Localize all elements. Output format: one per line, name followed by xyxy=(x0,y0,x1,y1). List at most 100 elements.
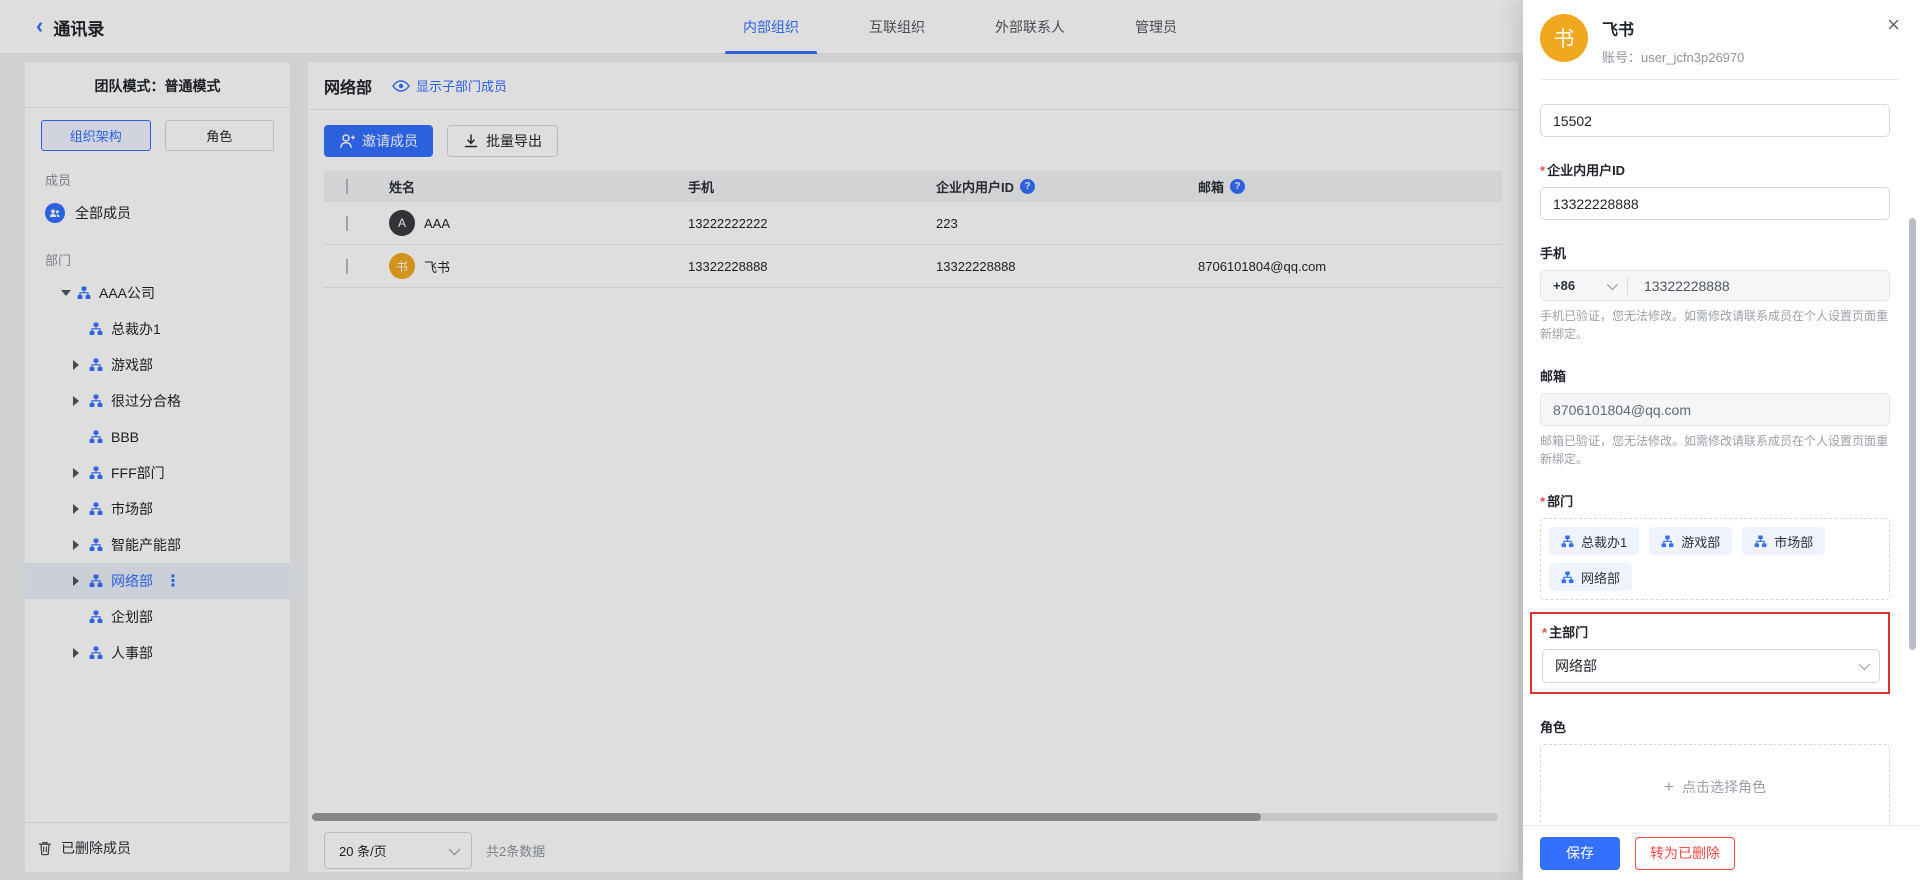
person-add-icon xyxy=(339,133,355,149)
org-icon xyxy=(89,538,103,552)
caret-right-icon[interactable] xyxy=(73,396,89,406)
department-chip[interactable]: 游戏部 xyxy=(1649,527,1732,555)
select-roles-button[interactable]: + 点击选择角色 xyxy=(1540,744,1890,825)
phone-label: 手机 xyxy=(1540,243,1890,262)
kebab-menu-icon[interactable]: ⋮ xyxy=(165,571,181,591)
email-helper-text: 邮箱已验证，您无法修改。如需修改请联系成员在个人设置页面重新绑定。 xyxy=(1540,432,1890,468)
table-header-row: 姓名 手机 企业内用户ID ? 邮箱 ? 职位 xyxy=(324,171,1502,202)
tree-item[interactable]: 人事部 xyxy=(25,635,290,671)
eye-icon xyxy=(392,80,410,92)
tree-item[interactable]: BBB xyxy=(25,419,290,455)
trash-icon xyxy=(37,840,53,856)
page-title: 通讯录 xyxy=(53,15,104,40)
tree-item[interactable]: 市场部 xyxy=(25,491,290,527)
save-button[interactable]: 保存 xyxy=(1540,837,1620,870)
caret-down-icon[interactable] xyxy=(61,290,77,296)
tree-item[interactable]: 企划部 xyxy=(25,599,290,635)
country-code-select[interactable]: +86 xyxy=(1541,278,1627,293)
show-subdepartment-link[interactable]: 显示子部门成员 xyxy=(392,76,507,95)
back-chevron-icon: ‹ xyxy=(36,15,43,37)
department-chip[interactable]: 市场部 xyxy=(1742,527,1825,555)
email-label: 邮箱 xyxy=(1540,366,1890,385)
tree-item[interactable]: FFF部门 xyxy=(25,455,290,491)
tab-external-contacts[interactable]: 外部联系人 xyxy=(989,0,1071,54)
move-to-deleted-button[interactable]: 转为已删除 xyxy=(1635,837,1735,870)
caret-right-icon[interactable] xyxy=(73,504,89,514)
tree-item[interactable]: 游戏部 xyxy=(25,347,290,383)
employee-number-field[interactable] xyxy=(1540,104,1890,137)
departments-label: *部门 xyxy=(1540,491,1890,510)
tree-item[interactable]: 很过分合格 xyxy=(25,383,290,419)
batch-export-button[interactable]: 批量导出 xyxy=(447,125,558,157)
member-name: 飞书 xyxy=(424,257,450,276)
deleted-members-button[interactable]: 已删除成员 xyxy=(25,822,290,872)
sidebar-item-all-members[interactable]: 全部成员 xyxy=(25,195,290,231)
department-chip[interactable]: 总裁办1 xyxy=(1549,527,1639,555)
member-detail-drawer: × 书 飞书 账号：user_jcfn3p26970 *企业内用户ID 手机 +… xyxy=(1523,0,1920,880)
sidebar-view-switch: 组织架构 角色 xyxy=(41,120,274,151)
roles-label: 角色 xyxy=(1540,717,1890,736)
member-phone: 13222222222 xyxy=(664,216,912,231)
caret-right-icon[interactable] xyxy=(73,648,89,658)
tab-admins[interactable]: 管理员 xyxy=(1129,0,1183,54)
member-user-id: 13322228888 xyxy=(912,259,1174,274)
caret-right-icon[interactable] xyxy=(73,468,89,478)
page-size-select[interactable]: 20 条/页 xyxy=(324,832,472,869)
chevron-down-icon xyxy=(1607,278,1618,289)
members-section-label: 成员 xyxy=(45,170,290,189)
member-name: 飞书 xyxy=(1602,16,1744,40)
departments-picker[interactable]: 总裁办1 游戏部 市场部 网络部 xyxy=(1540,518,1890,600)
org-icon xyxy=(89,466,103,480)
table-row[interactable]: A AAA 13222222222 223 xyxy=(324,202,1502,245)
back-button[interactable]: ‹ 通讯录 xyxy=(36,0,104,54)
member-email: 8706101804@qq.com xyxy=(1174,259,1479,274)
caret-right-icon[interactable] xyxy=(73,360,89,370)
divider xyxy=(25,107,290,108)
tab-roles[interactable]: 角色 xyxy=(165,120,275,151)
org-icon xyxy=(89,646,103,660)
email-field xyxy=(1540,393,1890,426)
member-user-id: 223 xyxy=(912,216,1174,231)
scrollbar-thumb[interactable] xyxy=(312,813,1261,821)
tab-internal-org[interactable]: 内部组织 xyxy=(737,0,805,54)
primary-department-select[interactable]: 网络部 xyxy=(1542,649,1880,683)
sidebar: 团队模式：普通模式 组织架构 角色 成员 全部成员 部门 AAA公司 总裁办1 xyxy=(25,62,290,872)
caret-right-icon[interactable] xyxy=(73,540,89,550)
caret-right-icon[interactable] xyxy=(73,576,89,586)
row-checkbox[interactable] xyxy=(346,216,348,231)
member-phone: 13322228888 xyxy=(664,259,912,274)
pagination: 20 条/页 共2条数据 xyxy=(324,832,545,869)
tree-item[interactable]: AAA公司 xyxy=(25,275,290,311)
table-row[interactable]: 书 飞书 13322228888 13322228888 8706101804@… xyxy=(324,245,1502,288)
invite-member-button[interactable]: 邀请成员 xyxy=(324,125,433,157)
plus-icon: + xyxy=(1664,777,1674,797)
tab-connected-org[interactable]: 互联组织 xyxy=(863,0,931,54)
department-chip[interactable]: 网络部 xyxy=(1549,563,1632,591)
department-title: 网络部 xyxy=(324,74,372,98)
help-icon[interactable]: ? xyxy=(1230,179,1245,194)
phone-number-field: 13322228888 xyxy=(1628,278,1889,294)
org-icon xyxy=(89,394,103,408)
tree-item[interactable]: 总裁办1 xyxy=(25,311,290,347)
divider xyxy=(1540,79,1900,80)
avatar: 书 xyxy=(1540,14,1588,62)
vertical-scrollbar-thumb[interactable] xyxy=(1909,218,1916,650)
drawer-form: *企业内用户ID 手机 +86 13322228888 手机已验证，您无法修改。… xyxy=(1523,91,1920,825)
department-tree: AAA公司 总裁办1 游戏部 很过分合格 BBB xyxy=(25,275,290,671)
help-icon[interactable]: ? xyxy=(1020,179,1035,194)
org-icon xyxy=(89,574,103,588)
main-content: 网络部 显示子部门成员 邀请成员 批量导出 姓名 手机 企业内用户ID ? xyxy=(308,62,1518,872)
horizontal-scrollbar[interactable] xyxy=(312,813,1498,821)
primary-department-label: *主部门 xyxy=(1542,622,1880,641)
departments-section-label: 部门 xyxy=(45,250,290,269)
tree-item-selected[interactable]: 网络部 ⋮ xyxy=(25,563,290,599)
tree-item[interactable]: 智能产能部 xyxy=(25,527,290,563)
row-checkbox[interactable] xyxy=(346,259,348,274)
org-icon xyxy=(89,430,103,444)
user-id-field[interactable] xyxy=(1540,187,1890,220)
select-all-checkbox[interactable] xyxy=(346,179,348,194)
tab-org-structure[interactable]: 组织架构 xyxy=(41,120,151,151)
org-icon xyxy=(89,322,103,336)
drawer-footer: 保存 转为已删除 xyxy=(1523,825,1920,880)
close-icon[interactable]: × xyxy=(1887,14,1900,36)
